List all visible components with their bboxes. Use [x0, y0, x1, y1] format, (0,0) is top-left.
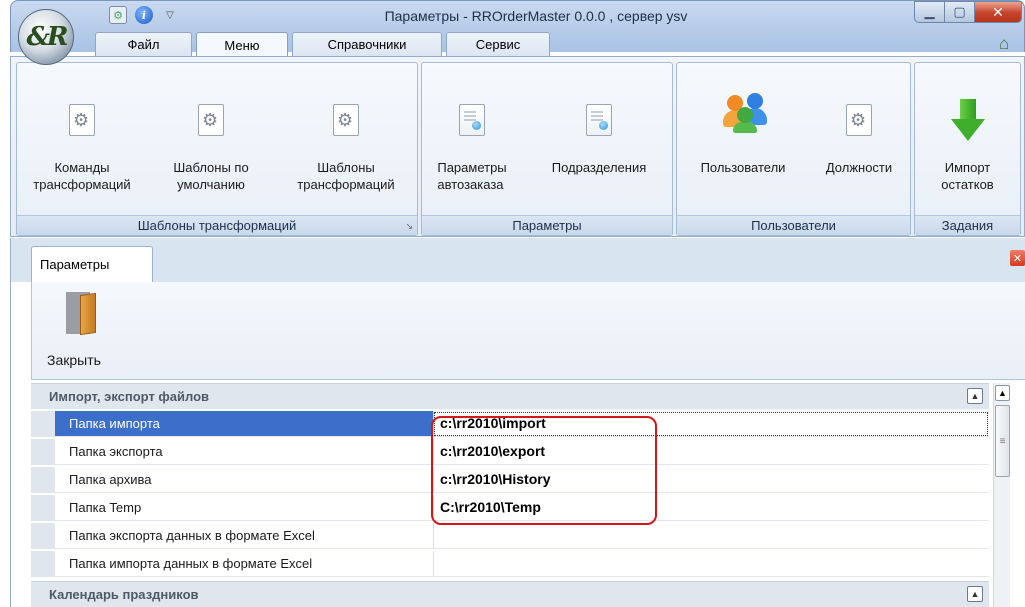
tab-menu[interactable]: Меню	[196, 32, 288, 58]
app-logo: &R	[26, 22, 68, 52]
document-icon[interactable]: ⚙	[109, 6, 127, 24]
close-tab-icon[interactable]: ✕	[1010, 250, 1025, 266]
tab-parameters[interactable]: Параметры	[31, 246, 153, 282]
property-name: Папка импорта	[55, 411, 433, 437]
window-controls: ▁ ▢ ✕	[914, 1, 1022, 23]
close-button[interactable]: Закрыть	[38, 288, 124, 376]
tab-reference[interactable]: Справочники	[292, 32, 442, 56]
scroll-thumb[interactable]: ≡	[995, 405, 1010, 477]
ribbon-group-users: Пользователи Должности Пользователи	[676, 62, 911, 236]
import-stock-button[interactable]: Импорт остатков	[915, 63, 1020, 193]
parameters-document-icon	[452, 98, 492, 142]
scroll-up-icon[interactable]: ▲	[995, 385, 1010, 401]
minimize-button[interactable]: ▁	[914, 1, 944, 23]
gear-document-icon	[326, 98, 366, 142]
property-grid: Импорт, экспорт файлов ▲ Папка импорта c…	[31, 383, 1010, 607]
dialog-launcher-icon[interactable]: ↘	[405, 221, 413, 232]
maximize-button[interactable]: ▢	[944, 1, 974, 23]
green-down-arrow-icon	[948, 98, 988, 142]
quick-access-toolbar: ⚙ i ▽	[109, 6, 179, 24]
gear-document-icon	[62, 98, 102, 142]
document-toolbar: Закрыть	[31, 282, 1025, 380]
property-value[interactable]: c:\rr2010\import	[433, 411, 989, 437]
collapse-icon[interactable]: ▲	[967, 388, 983, 404]
tab-file[interactable]: Файл	[95, 32, 192, 56]
property-value[interactable]: c:\rr2010\History	[433, 467, 989, 493]
ribbon: Команды трансформаций Шаблоны по умолчан…	[10, 56, 1025, 237]
document-tab-bar: Параметры ✕	[10, 238, 1025, 282]
gear-document-icon	[839, 98, 879, 142]
vertical-scrollbar[interactable]: ▲ ≡	[993, 383, 1010, 607]
property-value[interactable]: C:\rr2010\Temp	[433, 495, 989, 521]
parameters-document-icon	[579, 98, 619, 142]
ribbon-group-tasks: Импорт остатков Задания	[914, 62, 1021, 236]
property-value[interactable]	[433, 551, 989, 577]
door-exit-icon	[64, 292, 98, 336]
property-row[interactable]: Папка импорта данных в формате Excel	[31, 551, 989, 577]
property-value[interactable]	[433, 523, 989, 549]
group-label: Пользователи	[677, 215, 910, 235]
window-title: Параметры - RROrderMaster 0.0.0 , сервер…	[384, 8, 688, 24]
property-name: Папка экспорта данных в формате Excel	[55, 523, 433, 549]
property-value[interactable]: c:\rr2010\export	[433, 439, 989, 465]
positions-button[interactable]: Должности	[809, 63, 909, 176]
transform-templates-button[interactable]: Шаблоны трансформаций	[275, 63, 417, 193]
transform-commands-button[interactable]: Команды трансформаций	[17, 63, 147, 193]
ribbon-group-parameters: Параметры автозаказа Подразделения Парам…	[421, 62, 673, 236]
chevron-down-icon[interactable]: ▽	[161, 6, 179, 24]
ribbon-tab-row: Файл Меню Справочники Сервис	[95, 32, 550, 58]
property-name: Папка архива	[55, 467, 433, 493]
ribbon-group-transform-templates: Команды трансформаций Шаблоны по умолчан…	[16, 62, 418, 236]
home-icon[interactable]: ⌂	[999, 34, 1019, 53]
users-icon	[723, 84, 767, 142]
help-icon[interactable]: i	[135, 6, 153, 24]
category-import-export[interactable]: Импорт, экспорт файлов ▲	[31, 383, 989, 409]
users-button[interactable]: Пользователи	[677, 49, 809, 176]
group-label: Шаблоны трансформаций	[17, 215, 417, 235]
property-name: Папка экспорта	[55, 439, 433, 465]
property-row[interactable]: Папка Temp C:\rr2010\Temp	[31, 495, 989, 521]
gear-document-icon	[191, 98, 231, 142]
tab-service[interactable]: Сервис	[446, 32, 550, 56]
application-orb-button[interactable]: &R	[18, 9, 74, 65]
close-window-button[interactable]: ✕	[974, 1, 1022, 23]
expand-icon[interactable]: ▲	[967, 586, 983, 602]
property-row[interactable]: Папка экспорта c:\rr2010\export	[31, 439, 989, 465]
property-row[interactable]: Папка экспорта данных в формате Excel	[31, 523, 989, 549]
group-label: Задания	[915, 215, 1020, 235]
document-body: Закрыть Импорт, экспорт файлов ▲ Папка и…	[10, 282, 1025, 607]
category-holiday-calendar[interactable]: Календарь праздников ▲	[31, 581, 989, 607]
default-templates-button[interactable]: Шаблоны по умолчанию	[147, 63, 275, 193]
property-row[interactable]: Папка импорта c:\rr2010\import	[31, 411, 989, 437]
property-row[interactable]: Папка архива c:\rr2010\History	[31, 467, 989, 493]
property-name: Папка Temp	[55, 495, 433, 521]
group-label: Параметры	[422, 215, 672, 235]
property-name: Папка импорта данных в формате Excel	[55, 551, 433, 577]
autoorder-parameters-button[interactable]: Параметры автозаказа	[422, 63, 522, 193]
departments-button[interactable]: Подразделения	[526, 63, 672, 176]
